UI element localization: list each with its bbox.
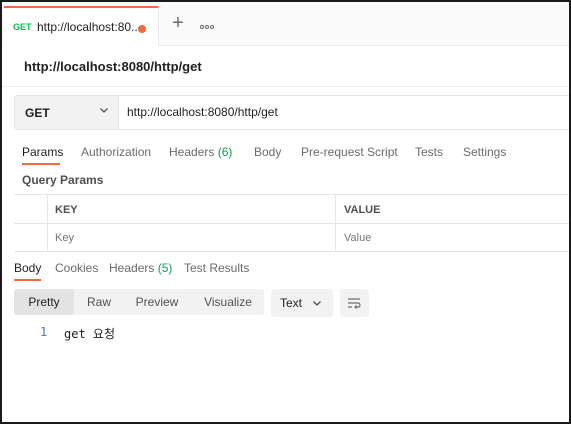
divider [2,86,569,87]
tab-params[interactable]: Params [22,145,63,159]
active-response-tab-indicator [14,279,41,281]
tab-title: http://localhost:80... [37,20,142,34]
active-tab-indicator [22,163,60,165]
response-line-text: get 요청 [64,327,115,341]
tab-headers-label: Headers [169,145,215,159]
query-params-table: KEY VALUE [14,194,569,252]
unsaved-dot-icon [138,25,146,33]
language-label: Text [280,296,303,310]
headers-count-badge: (6) [217,145,233,159]
mode-preview[interactable]: Preview [126,289,188,315]
param-value-input[interactable] [344,232,544,244]
response-tab-body[interactable]: Body [14,261,41,275]
plus-icon[interactable]: + [168,13,188,34]
mode-visualize[interactable]: Visualize [196,289,260,315]
mode-pretty[interactable]: Pretty [14,289,74,315]
postman-window: GET http://localhost:80... + http://loca… [0,0,571,424]
tab-authorization[interactable]: Authorization [81,145,151,159]
key-column-header: KEY [55,204,78,216]
response-language-select[interactable]: Text [271,289,333,317]
ellipsis-icon[interactable] [200,16,220,32]
response-tab-test-results[interactable]: Test Results [184,261,249,275]
param-key-input[interactable] [55,232,255,244]
url-input[interactable] [127,105,557,119]
query-params-title: Query Params [22,173,104,187]
tab-tests[interactable]: Tests [415,145,443,159]
request-name[interactable]: http://localhost:8080/http/get [24,59,202,74]
chevron-down-icon [100,108,108,113]
tab-body[interactable]: Body [254,145,281,159]
wrap-lines-button[interactable] [340,289,369,317]
chevron-down-icon [313,301,321,306]
response-tab-headers-label: Headers [109,261,155,275]
tab-settings[interactable]: Settings [463,145,506,159]
response-tab-headers[interactable]: Headers (5) [109,261,172,275]
tab-headers[interactable]: Headers (6) [169,145,232,159]
method-select-label: GET [25,106,50,120]
url-bar: GET [14,95,569,130]
response-tab-cookies[interactable]: Cookies [55,261,98,275]
value-column-header: VALUE [344,204,381,216]
tab-method-label: GET [13,22,32,32]
response-body: 1 get 요청 [14,325,554,345]
method-select[interactable]: GET [15,96,119,129]
response-tabs: Body Cookies Headers (5) Test Results [2,257,569,283]
request-tab[interactable]: GET http://localhost:80... [4,6,159,46]
request-tab-strip: GET http://localhost:80... + [2,2,569,46]
response-view-modes: Pretty Raw Preview Visualize [14,289,264,315]
tab-pre-request-script[interactable]: Pre-request Script [301,145,398,159]
wrap-lines-icon [348,298,361,309]
request-tabs: Params Authorization Headers (6) Body Pr… [2,141,569,167]
mode-raw[interactable]: Raw [76,289,122,315]
response-headers-count-badge: (5) [157,261,173,275]
line-number: 1 [40,325,48,339]
